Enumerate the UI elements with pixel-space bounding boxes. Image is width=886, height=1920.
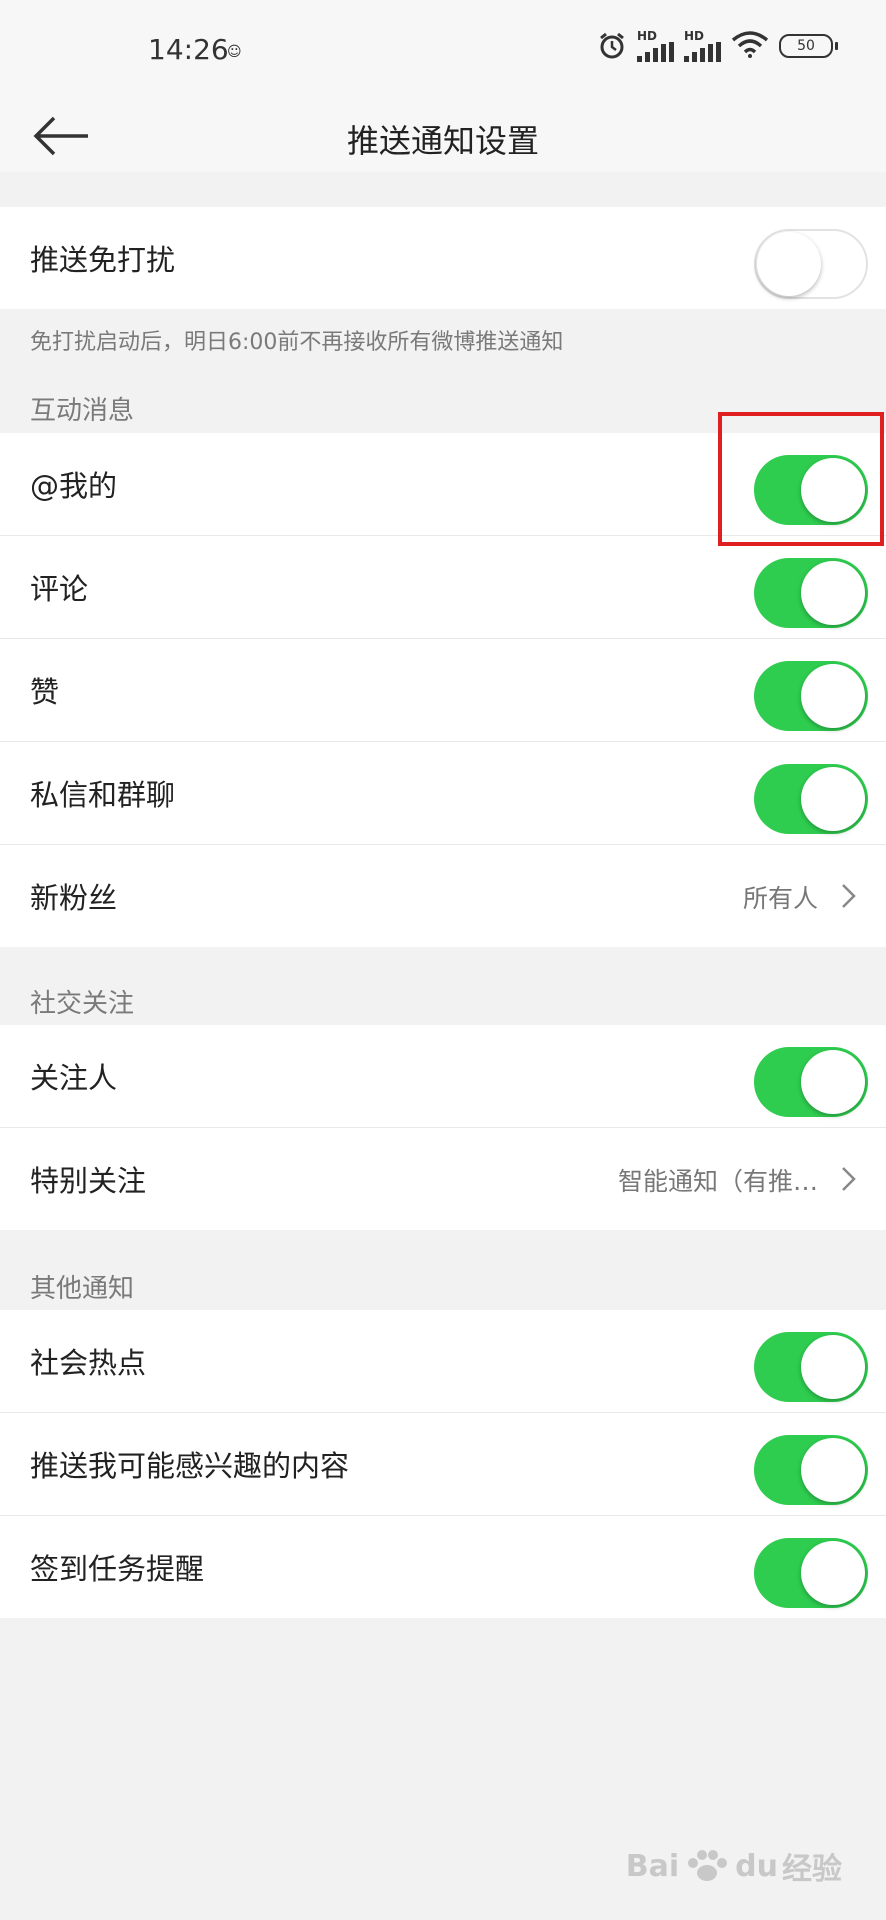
nav-bar: 推送通知设置 — [0, 100, 886, 172]
setting-row-likes: 赞 — [0, 638, 886, 741]
special-follow-label: 特别关注 — [30, 1164, 147, 1198]
social-group: 关注人 特别关注 智能通知（有推… — [0, 1025, 886, 1230]
setting-row-special-follow[interactable]: 特别关注 智能通知（有推… — [0, 1127, 886, 1230]
messages-toggle[interactable] — [754, 764, 868, 834]
setting-row-messages: 私信和群聊 — [0, 741, 886, 844]
dnd-label: 推送免打扰 — [30, 243, 176, 277]
toggle-knob — [801, 1541, 865, 1605]
likes-label: 赞 — [30, 675, 60, 709]
checkin-toggle[interactable] — [754, 1538, 868, 1608]
alarm-icon — [597, 31, 627, 61]
watermark-text-1: Bai — [625, 1848, 680, 1884]
hot-topics-toggle[interactable] — [754, 1332, 868, 1402]
new-fans-value: 所有人 — [742, 884, 818, 913]
new-fans-label: 新粉丝 — [30, 881, 118, 915]
setting-row-comments: 评论 — [0, 535, 886, 638]
battery-icon: 50 — [779, 34, 838, 58]
toggle-knob — [801, 1335, 865, 1399]
toggle-knob — [757, 232, 821, 296]
paw-icon — [688, 1850, 728, 1881]
dnd-row: 推送免打扰 — [0, 207, 886, 309]
checkin-label: 签到任务提醒 — [30, 1552, 205, 1586]
watermark-text-2: du — [735, 1848, 778, 1884]
likes-toggle[interactable] — [754, 661, 868, 731]
mentions-label: @我的 — [30, 469, 118, 503]
section-header-social: 社交关注 — [30, 989, 135, 1019]
dnd-group: 推送免打扰 — [0, 207, 886, 309]
toggle-knob — [801, 1438, 865, 1502]
setting-row-hot-topics: 社会热点 — [0, 1310, 886, 1412]
status-icons: HD HD 50 — [597, 30, 838, 62]
following-toggle[interactable] — [754, 1047, 868, 1117]
battery-level: 50 — [779, 34, 833, 58]
hd-label: HD — [684, 29, 705, 43]
setting-row-interests: 推送我可能感兴趣的内容 — [0, 1412, 886, 1515]
signal-icon: HD — [637, 30, 674, 62]
special-follow-value: 智能通知（有推… — [617, 1167, 818, 1196]
status-bar: 14:26 ☺ HD HD 50 — [0, 0, 886, 100]
hd-label: HD — [637, 29, 658, 43]
toggle-knob — [801, 767, 865, 831]
signal-icon: HD — [684, 30, 721, 62]
chevron-right-icon — [842, 1167, 856, 1191]
wifi-icon — [731, 30, 769, 62]
notification-icon: ☺ — [227, 44, 242, 60]
other-group: 社会热点 推送我可能感兴趣的内容 签到任务提醒 — [0, 1310, 886, 1618]
page-title: 推送通知设置 — [346, 122, 539, 160]
section-header-other: 其他通知 — [30, 1274, 135, 1304]
chevron-right-icon — [842, 884, 856, 908]
baidu-watermark: Bai du 经验 — [626, 1844, 842, 1888]
dnd-toggle[interactable] — [754, 229, 868, 299]
messages-label: 私信和群聊 — [30, 778, 176, 812]
setting-row-checkin: 签到任务提醒 — [0, 1515, 886, 1618]
toggle-knob — [801, 1050, 865, 1114]
watermark-text-3: 经验 — [782, 1852, 842, 1887]
hot-topics-label: 社会热点 — [30, 1346, 147, 1380]
following-label: 关注人 — [30, 1061, 118, 1095]
highlight-box — [718, 412, 884, 546]
section-header-interaction: 互动消息 — [30, 396, 135, 426]
comments-label: 评论 — [30, 572, 89, 606]
interests-label: 推送我可能感兴趣的内容 — [30, 1449, 350, 1483]
setting-row-new-fans[interactable]: 新粉丝 所有人 — [0, 844, 886, 947]
status-time: 14:26 — [148, 33, 229, 66]
dnd-hint: 免打扰启动后，明日6:00前不再接收所有微博推送通知 — [30, 330, 564, 355]
setting-row-following: 关注人 — [0, 1025, 886, 1127]
toggle-knob — [801, 561, 865, 625]
toggle-knob — [801, 664, 865, 728]
interests-toggle[interactable] — [754, 1435, 868, 1505]
comments-toggle[interactable] — [754, 558, 868, 628]
